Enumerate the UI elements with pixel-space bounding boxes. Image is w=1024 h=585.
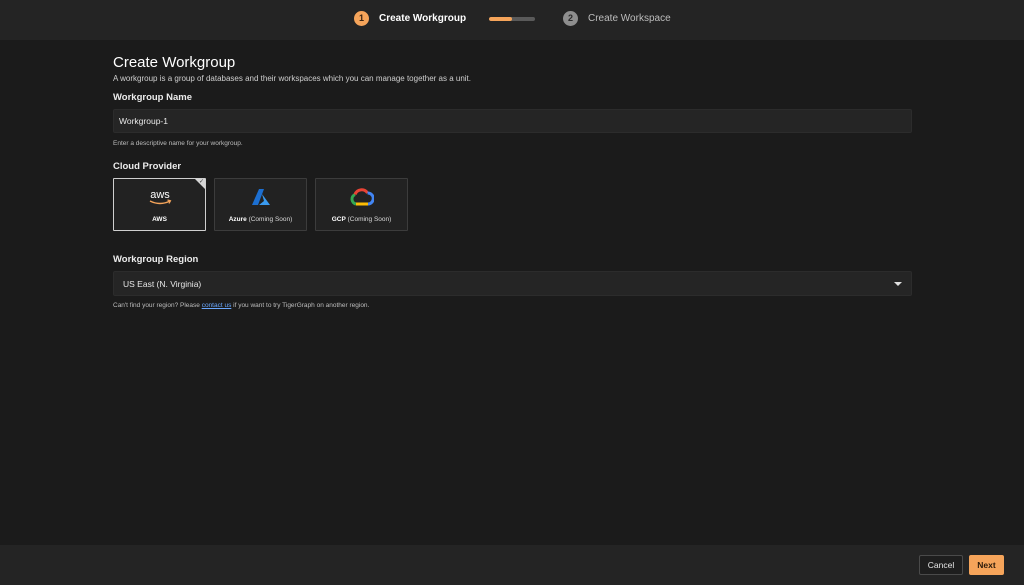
region-helper-text-after: if you want to try TigerGraph on another… <box>231 302 370 309</box>
provider-name-azure: Azure <box>228 216 247 223</box>
aws-logo-icon: aws <box>114 188 205 206</box>
page-description: A workgroup is a group of databases and … <box>113 74 471 83</box>
cancel-button[interactable]: Cancel <box>919 555 963 575</box>
step-2-badge: 2 <box>563 10 578 26</box>
step-1-badge: 1 <box>354 10 369 26</box>
contact-us-link[interactable]: contact us <box>202 302 232 309</box>
page-title: Create Workgroup <box>113 54 236 71</box>
workgroup-name-input[interactable] <box>113 109 912 133</box>
cloud-provider-label: Cloud Provider <box>113 161 182 172</box>
step-create-workgroup: 1 Create Workgroup <box>354 10 466 26</box>
gcp-logo-icon <box>316 188 407 206</box>
next-button[interactable]: Next <box>969 555 1004 575</box>
workgroup-name-helper: Enter a descriptive name for your workgr… <box>113 140 243 147</box>
step-2-label: Create Workspace <box>588 12 671 24</box>
provider-card-gcp[interactable]: GCP (Coming Soon) <box>315 178 408 231</box>
workgroup-region-select[interactable]: US East (N. Virginia) <box>113 271 912 296</box>
check-icon: ✓ <box>198 179 204 185</box>
region-selected-value: US East (N. Virginia) <box>123 279 202 289</box>
step-progress-bar <box>489 17 535 21</box>
provider-note-azure: (Coming Soon) <box>248 216 293 223</box>
stepper-bar: 1 Create Workgroup 2 Create Workspace <box>0 0 1024 40</box>
region-helper: Can't find your region? Please contact u… <box>113 302 369 309</box>
provider-name-aws: AWS <box>152 216 167 223</box>
step-create-workspace: 2 Create Workspace <box>563 10 671 26</box>
provider-card-azure[interactable]: Azure (Coming Soon) <box>214 178 307 231</box>
provider-name-gcp: GCP <box>331 216 346 223</box>
provider-card-aws[interactable]: ✓ aws AWS <box>113 178 206 231</box>
aws-logo-text: aws <box>150 189 170 201</box>
workgroup-name-label: Workgroup Name <box>113 92 193 103</box>
azure-logo-icon <box>215 188 306 206</box>
chevron-down-icon <box>894 282 902 286</box>
step-1-label: Create Workgroup <box>379 12 467 24</box>
provider-note-gcp: (Coming Soon) <box>347 216 392 223</box>
step-progress-fill <box>489 17 512 21</box>
region-helper-text-before: Can't find your region? Please <box>113 302 202 309</box>
workgroup-region-label: Workgroup Region <box>113 254 199 265</box>
footer-bar: Cancel Next <box>0 545 1024 585</box>
